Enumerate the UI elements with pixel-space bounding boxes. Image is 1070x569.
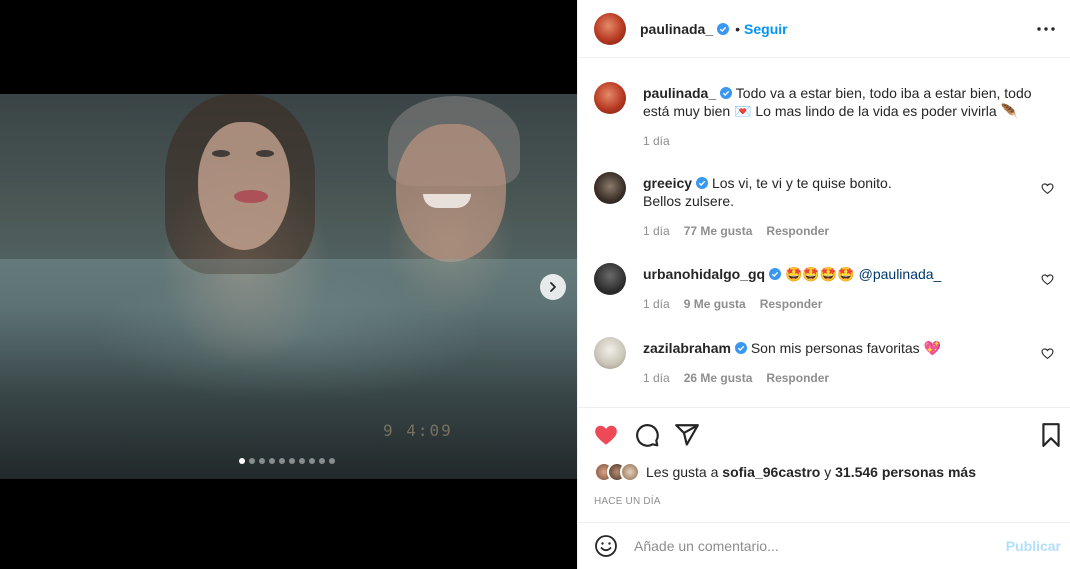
likes-prefix: Les gusta a (646, 464, 719, 480)
caption-text-2: Lo mas lindo de la vida es poder vivirla (755, 103, 997, 119)
comment-text-2: Bellos zulsere. (643, 193, 735, 209)
post-photo[interactable]: 9 4:09 (0, 94, 577, 479)
chevron-right-icon (550, 282, 556, 292)
likes-middle: y (824, 464, 832, 480)
comment-likes-count[interactable]: 9 Me gusta (684, 297, 746, 311)
comment-like-heart-icon[interactable] (1041, 347, 1054, 360)
comment-body: greeicy Los vi, te vi y te quise bonito.… (643, 174, 1043, 210)
likes-summary[interactable]: Les gusta a sofia_96castro y 31.546 pers… (594, 462, 976, 482)
comment-likes-count[interactable]: 26 Me gusta (684, 371, 753, 385)
comment-text: Son mis personas favoritas (750, 340, 920, 356)
comment-like-heart-icon[interactable] (1041, 182, 1054, 195)
comment-reply-button[interactable]: Responder (760, 297, 823, 311)
comment-mention-link[interactable]: @paulinada_ (859, 266, 942, 282)
carousel-dot (279, 458, 285, 464)
photo-figure-smile (423, 194, 471, 208)
comment-meta: 1 día 26 Me gusta Responder (643, 371, 829, 385)
photo-figure-face-left (198, 122, 290, 250)
comment-likes-count[interactable]: 77 Me gusta (684, 224, 753, 238)
header-separator: • (735, 20, 741, 37)
carousel-dot (269, 458, 275, 464)
comments-list[interactable]: paulinada_ Todo va a estar bien, todo ib… (578, 58, 1070, 407)
photo-figure-lips (234, 190, 268, 203)
comment-reply-button[interactable]: Responder (766, 224, 829, 238)
add-comment-bar: Publicar (578, 523, 1070, 569)
carousel-dot (309, 458, 315, 464)
carousel-dot (289, 458, 295, 464)
caption-age[interactable]: 1 día (643, 134, 670, 148)
caption-author-avatar[interactable] (594, 82, 626, 114)
caption-meta: 1 día (643, 134, 670, 148)
author-username[interactable]: paulinada_ (640, 21, 713, 37)
post-side-panel: paulinada_ • Seguir paulinada_ Todo va a… (577, 0, 1070, 569)
comment-age[interactable]: 1 día (643, 297, 670, 311)
comment-input[interactable] (634, 538, 1004, 554)
verified-badge-icon (720, 87, 733, 99)
feather-emoji-icon: 🪶 (1000, 103, 1018, 119)
comment-age[interactable]: 1 día (643, 371, 670, 385)
save-bookmark-icon[interactable] (1038, 422, 1064, 448)
publish-button[interactable]: Publicar (1006, 538, 1061, 554)
liked-heart-icon[interactable] (593, 422, 619, 448)
verified-badge-icon (769, 268, 782, 280)
caption-body: paulinada_ Todo va a estar bien, todo ib… (643, 84, 1043, 120)
comment-reply-button[interactable]: Responder (766, 371, 829, 385)
post-media: 9 4:09 (0, 0, 577, 569)
follow-button[interactable]: Seguir (744, 21, 788, 37)
carousel-dot (329, 458, 335, 464)
commenter-avatar[interactable] (594, 263, 626, 295)
comment-body: zazilabraham Son mis personas favoritas … (643, 339, 1043, 357)
verified-badge-icon (734, 342, 747, 354)
verified-badge-icon (717, 22, 730, 35)
photo-water (0, 259, 577, 479)
comment-text: Los vi, te vi y te quise bonito. (711, 175, 892, 191)
commenter-avatar[interactable] (594, 337, 626, 369)
carousel-indicator (239, 458, 335, 464)
commenter-avatar[interactable] (594, 172, 626, 204)
comment-body: urbanohidalgo_gq 🤩🤩🤩🤩 @paulinada_ (643, 265, 1043, 283)
heart-emoji-icon: 💖 (923, 340, 942, 356)
carousel-dot (239, 458, 245, 464)
more-options-button[interactable] (1034, 18, 1058, 40)
likes-count-link[interactable]: 31.546 personas más (835, 464, 976, 480)
comment-username[interactable]: zazilabraham (643, 340, 731, 356)
photo-figure-face-right (396, 124, 506, 262)
carousel-next-button[interactable] (540, 274, 566, 300)
likes-text: Les gusta a sofia_96castro y 31.546 pers… (646, 464, 976, 480)
photo-figure-eye (212, 150, 230, 157)
carousel-dot (259, 458, 265, 464)
post-actions: Les gusta a sofia_96castro y 31.546 pers… (578, 407, 1070, 523)
photo-figure-eye (256, 150, 274, 157)
carousel-dot (319, 458, 325, 464)
carousel-dot (299, 458, 305, 464)
comment-meta: 1 día 9 Me gusta Responder (643, 297, 822, 311)
share-paper-plane-icon[interactable] (674, 422, 700, 448)
envelope-heart-emoji-icon: 💌 (734, 103, 752, 119)
comment-username[interactable]: urbanohidalgo_gq (643, 266, 765, 282)
comment-like-heart-icon[interactable] (1041, 273, 1054, 286)
comment-meta: 1 día 77 Me gusta Responder (643, 224, 829, 238)
verified-badge-icon (696, 177, 709, 189)
comment-username[interactable]: greeicy (643, 175, 692, 191)
post-header: paulinada_ • Seguir (578, 0, 1070, 58)
author-avatar[interactable] (594, 12, 626, 45)
caption-username[interactable]: paulinada_ (643, 85, 716, 101)
photo-timestamp-overlay: 9 4:09 (383, 421, 453, 440)
comment-bubble-icon[interactable] (634, 422, 660, 448)
emoji-smiley-icon[interactable] (594, 534, 618, 558)
carousel-dot (249, 458, 255, 464)
post-age[interactable]: Hace un día (594, 496, 661, 507)
more-dots-icon (1037, 27, 1055, 31)
liker-avatar (620, 462, 640, 482)
likes-user-link[interactable]: sofia_96castro (722, 464, 820, 480)
star-struck-emoji-icon: 🤩🤩🤩🤩 (785, 266, 855, 282)
comment-age[interactable]: 1 día (643, 224, 670, 238)
